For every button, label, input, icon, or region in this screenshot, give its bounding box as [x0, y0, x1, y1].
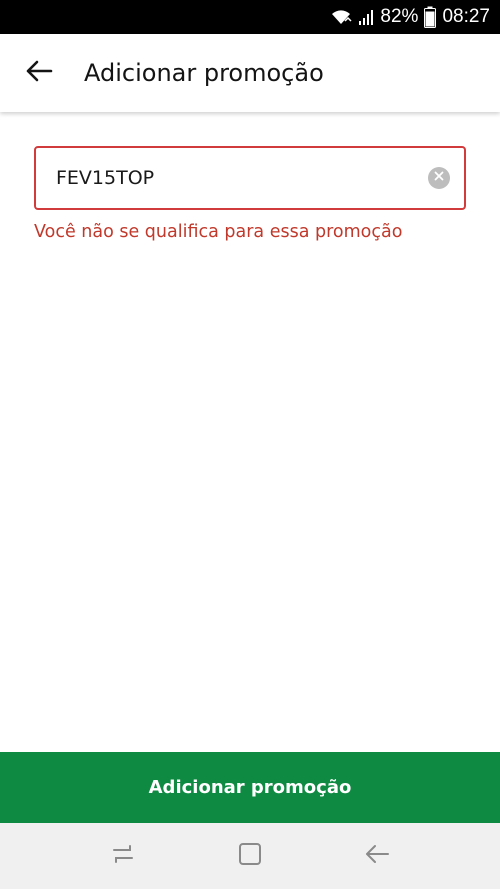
status-bar: 82% 08:27	[0, 0, 500, 34]
clear-input-button[interactable]	[428, 167, 450, 189]
home-button[interactable]	[230, 836, 270, 876]
back-button[interactable]	[0, 34, 78, 112]
app-bar: Adicionar promoção	[0, 34, 500, 112]
clear-circle-icon	[433, 169, 445, 187]
battery-icon	[424, 6, 437, 28]
add-promotion-button[interactable]: Adicionar promoção	[0, 752, 500, 823]
wifi-icon	[330, 8, 352, 26]
recent-apps-button[interactable]	[103, 836, 143, 876]
promo-code-field[interactable]	[34, 146, 466, 210]
page-title: Adicionar promoção	[84, 59, 324, 87]
recent-apps-icon	[110, 843, 136, 870]
arrow-left-icon	[25, 59, 53, 88]
system-nav-bar	[0, 823, 500, 889]
system-back-button[interactable]	[357, 836, 397, 876]
signal-icon	[358, 8, 374, 26]
battery-percent: 82%	[380, 6, 419, 27]
error-message: Você não se qualifica para essa promoção	[34, 222, 403, 242]
promo-code-input[interactable]	[56, 167, 428, 189]
clock: 08:27	[442, 6, 490, 27]
back-icon	[363, 842, 391, 871]
home-icon	[237, 841, 263, 872]
